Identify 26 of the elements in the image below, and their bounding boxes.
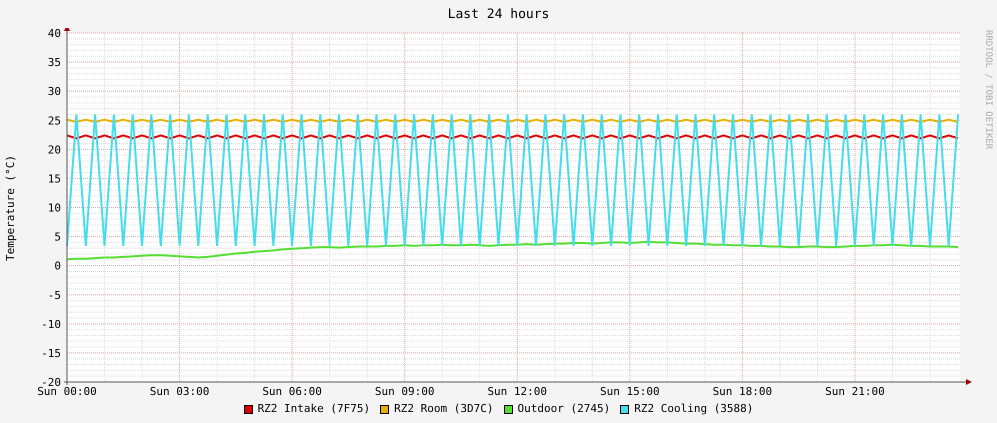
tick-label: Sun 21:00 xyxy=(825,385,885,398)
tick-label: -15 xyxy=(41,346,61,360)
tick-label: Sun 15:00 xyxy=(600,385,660,398)
tick-label: 25 xyxy=(48,114,61,128)
tick-label: 20 xyxy=(48,143,61,156)
tick-label: -5 xyxy=(48,288,61,302)
legend-label: RZ2 Cooling (3588) xyxy=(634,400,754,417)
legend-label: Outdoor (2745) xyxy=(518,400,610,417)
tick-label: Sun 03:00 xyxy=(150,385,210,398)
tick-label: Sun 18:00 xyxy=(712,385,772,398)
tick-label: 40 xyxy=(48,28,61,40)
tick-label: Sun 06:00 xyxy=(262,385,322,398)
tick-label: Sun 12:00 xyxy=(487,385,548,398)
tick-label: Sun 09:00 xyxy=(374,385,434,398)
tick-label: 0 xyxy=(54,260,61,273)
legend-label: RZ2 Intake (7F75) xyxy=(258,400,370,417)
tick-label: 30 xyxy=(48,85,61,98)
axis-label: Temperature (°C) xyxy=(4,155,17,261)
legend-label: RZ2 Room (3D7C) xyxy=(394,400,494,417)
credit-text: RRDTOOL / TOBI OETIKER xyxy=(983,30,993,150)
tick-label: 5 xyxy=(54,230,61,244)
tick-label: -10 xyxy=(41,318,61,331)
tick-label: 15 xyxy=(48,172,61,186)
tick-label: 35 xyxy=(48,56,61,70)
tick-label: 10 xyxy=(48,202,61,214)
chart-title: Last 24 hours xyxy=(448,6,550,24)
